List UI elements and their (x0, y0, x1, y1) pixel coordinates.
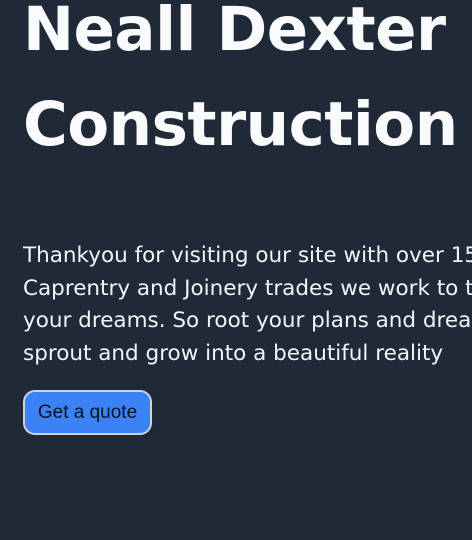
get-a-quote-button[interactable]: Get a quote (23, 390, 152, 435)
intro-text: Thankyou for visiting our site with over… (23, 240, 472, 370)
page-title: Neall Dexter Construction (23, 0, 472, 172)
title-line-1: Neall Dexter (23, 0, 446, 65)
page: Neall Dexter Construction Thankyou for v… (0, 0, 472, 540)
intro-line-4: sprout and grow into a beautiful reality (23, 340, 444, 366)
intro-line-1: Thankyou for visiting our site with over… (23, 243, 472, 268)
title-line-2: Construction (23, 89, 458, 160)
intro-line-2: Caprentry and Joinery trades we work to … (23, 275, 472, 301)
hero-section: Neall Dexter Construction (23, 0, 472, 172)
intro-line-3: your dreams. So root your plans and drea… (23, 308, 472, 333)
